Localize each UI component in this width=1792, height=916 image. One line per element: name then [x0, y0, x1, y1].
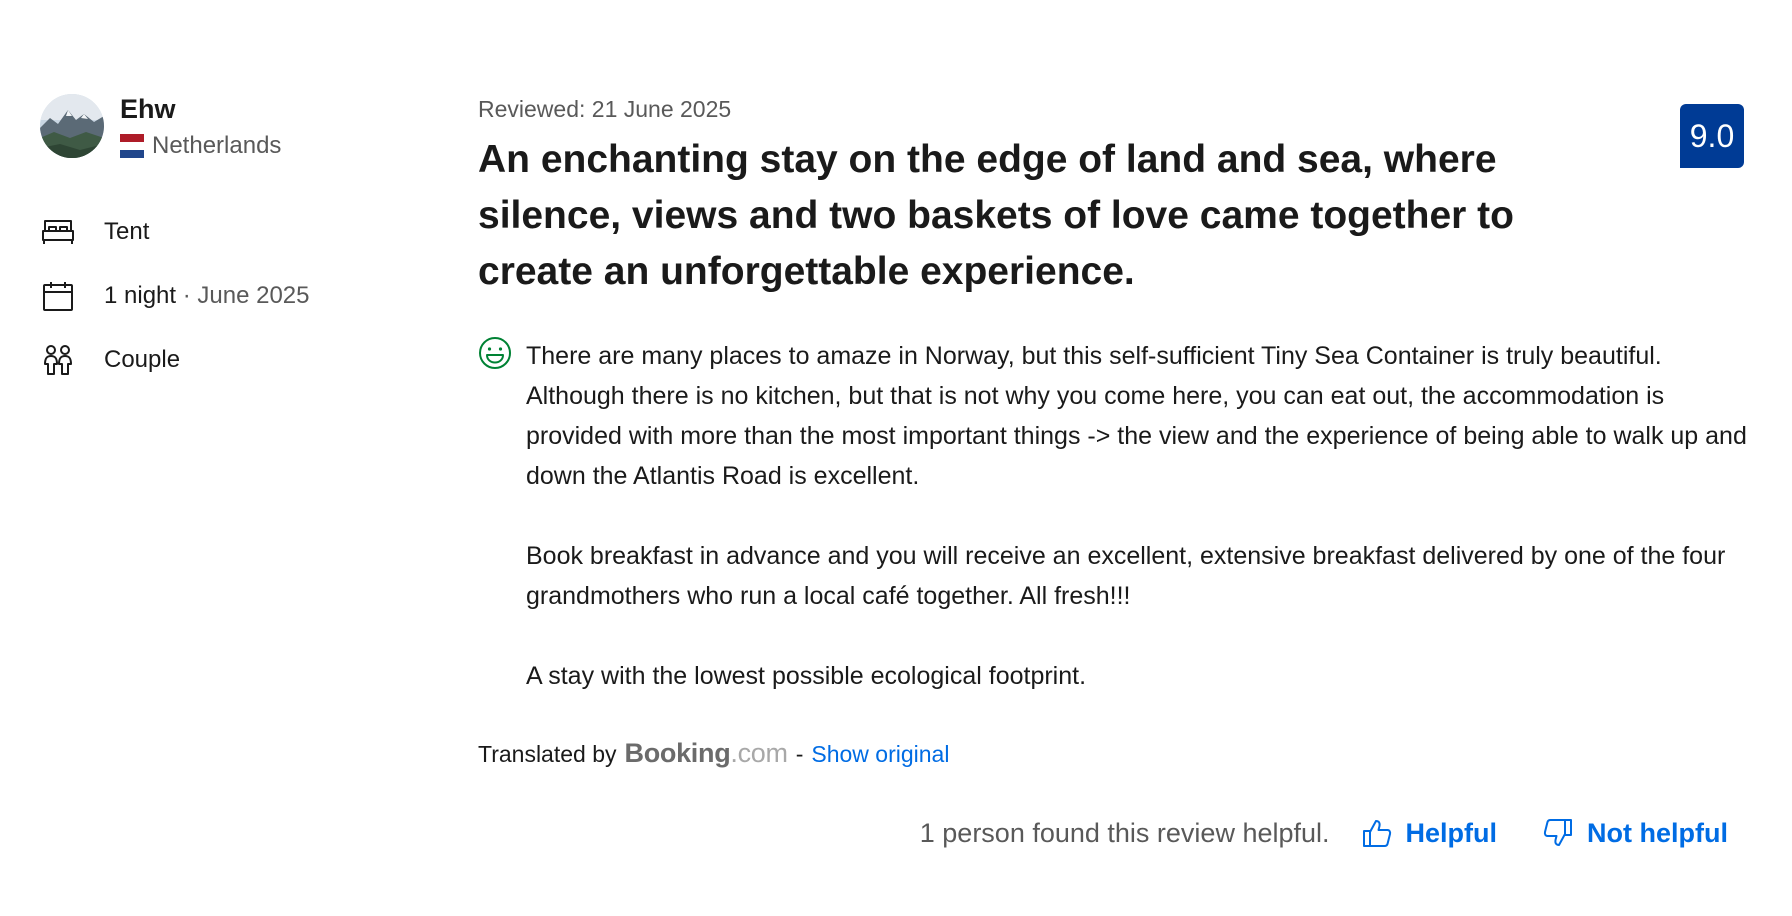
reviewer-country: Netherlands [120, 132, 281, 160]
translation-separator: - [795, 741, 804, 767]
translated-by-label: Translated by [478, 741, 617, 767]
netherlands-flag-icon [120, 134, 144, 158]
review-paragraph: Book breakfast in advance and you will r… [526, 542, 1726, 610]
helpful-button[interactable]: Helpful [1362, 816, 1498, 850]
traveler-type-row: Couple [40, 328, 440, 392]
review-card: Ehw Netherlands Tent 1 night · June 2025… [0, 0, 1792, 916]
people-icon [40, 342, 76, 378]
stay-duration-row: 1 night · June 2025 [40, 264, 440, 328]
stay-month: · June 2025 [176, 282, 310, 309]
review-date: Reviewed: 21 June 2025 [478, 96, 732, 122]
calendar-icon [40, 278, 76, 314]
thumbs-up-icon [1362, 820, 1391, 847]
show-original-link[interactable]: Show original [811, 739, 949, 769]
review-body: There are many places to amaze in Norway… [478, 336, 1758, 696]
review-paragraph: There are many places to amaze in Norway… [526, 342, 1747, 490]
helpful-votes: 1 person found this review helpful. Help… [920, 816, 1728, 850]
room-type-row: Tent [40, 200, 440, 264]
not-helpful-label: Not helpful [1587, 818, 1728, 848]
not-helpful-button[interactable]: Not helpful [1543, 816, 1728, 850]
review-title: An enchanting stay on the edge of land a… [478, 138, 1514, 293]
traveler-type-label: Couple [104, 346, 181, 373]
stay-duration-label: 1 night · June 2025 [104, 282, 310, 310]
helpful-label: Helpful [1405, 818, 1498, 848]
bed-icon [40, 214, 76, 250]
stay-details: Tent 1 night · June 2025 Couple [40, 200, 440, 392]
translation-note: Translated by Booking.com - Show origina… [478, 738, 1758, 769]
reviewer-name: Ehw [120, 94, 176, 124]
review-text: There are many places to amaze in Norway… [526, 336, 1758, 696]
reviewer-panel: Ehw Netherlands Tent 1 night · June 2025… [40, 94, 440, 392]
booking-logo: Booking.com [624, 738, 789, 768]
mountain-landscape-photo [40, 94, 104, 158]
room-type-label: Tent [104, 218, 150, 245]
smile-icon [478, 336, 512, 370]
reviewer-header: Ehw Netherlands [40, 94, 440, 160]
reviewer-country-label: Netherlands [152, 132, 282, 159]
review-paragraph: A stay with the lowest possible ecologic… [526, 662, 1087, 690]
avatar [40, 94, 104, 158]
thumbs-down-icon [1543, 819, 1573, 846]
review-content: Reviewed: 21 June 2025 An enchanting sta… [478, 94, 1758, 769]
helpful-count: 1 person found this review helpful. [919, 818, 1330, 848]
stay-nights: 1 night [104, 282, 177, 309]
